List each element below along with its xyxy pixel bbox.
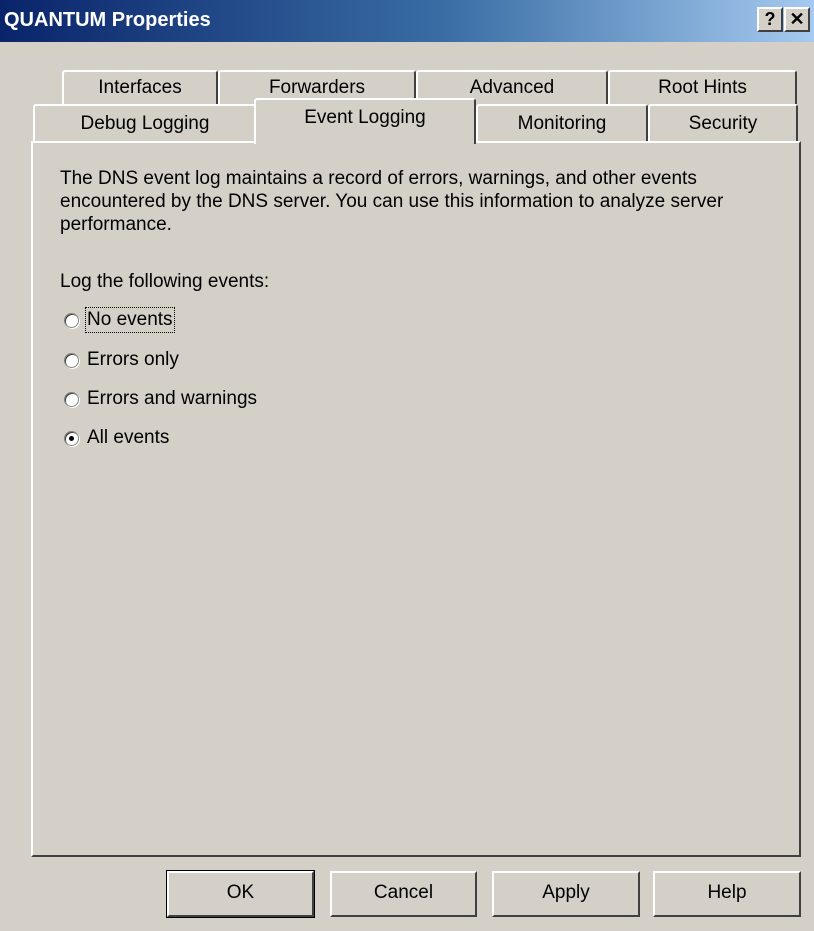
- radio-no-events[interactable]: No events: [64, 307, 175, 333]
- radio-button[interactable]: [64, 352, 79, 368]
- tab-debug-logging[interactable]: Debug Logging: [33, 104, 257, 142]
- radio-all-events[interactable]: All events: [64, 426, 169, 450]
- help-button[interactable]: Help: [653, 871, 801, 917]
- tab-interfaces[interactable]: Interfaces: [62, 70, 218, 104]
- event-logging-panel: The DNS event log maintains a record of …: [31, 141, 801, 857]
- tab-label: Event Logging: [304, 107, 426, 128]
- window-title: QUANTUM Properties: [4, 9, 211, 31]
- tab-label: Interfaces: [98, 77, 182, 98]
- radio-label: Errors and warnings: [87, 388, 258, 409]
- tab-label: Security: [688, 113, 758, 134]
- tab-label: Monitoring: [517, 113, 607, 134]
- ok-button[interactable]: OK: [166, 870, 315, 918]
- radio-label: No events: [85, 307, 175, 333]
- radio-button[interactable]: [64, 391, 79, 407]
- radio-errors-and-warnings[interactable]: Errors and warnings: [64, 387, 257, 411]
- tab-label: Advanced: [469, 77, 555, 98]
- tab-event-logging[interactable]: Event Logging: [254, 98, 476, 144]
- tab-root-hints[interactable]: Root Hints: [608, 70, 797, 104]
- tab-label: Debug Logging: [80, 113, 210, 134]
- tab-monitoring[interactable]: Monitoring: [476, 104, 648, 142]
- log-events-label: Log the following events:: [60, 271, 270, 292]
- radio-button[interactable]: [64, 430, 79, 446]
- radio-errors-only[interactable]: Errors only: [64, 348, 179, 372]
- radio-label: All events: [87, 427, 170, 448]
- title-bar[interactable]: QUANTUM Properties ? ✕: [0, 0, 814, 42]
- radio-label: Errors only: [87, 349, 179, 370]
- close-icon[interactable]: ✕: [784, 7, 810, 32]
- cancel-button[interactable]: Cancel: [330, 871, 477, 917]
- apply-button[interactable]: Apply: [492, 871, 640, 917]
- description-text: The DNS event log maintains a record of …: [60, 168, 724, 235]
- radio-button[interactable]: [64, 312, 79, 328]
- tab-security[interactable]: Security: [648, 104, 798, 142]
- help-icon[interactable]: ?: [757, 7, 783, 32]
- tab-label: Root Hints: [658, 77, 747, 98]
